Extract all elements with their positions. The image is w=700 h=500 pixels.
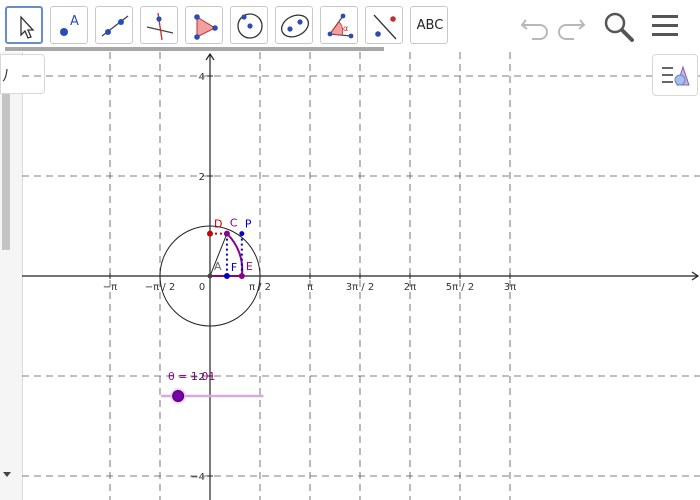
line-tool-button[interactable] (95, 6, 133, 44)
point-p[interactable] (239, 231, 245, 237)
x-tick-label: 3π (504, 282, 516, 293)
ellipse-icon (280, 14, 310, 38)
point-d-label: D (214, 218, 222, 231)
theta-slider-label: θ = 1.01 (168, 370, 215, 383)
text-tool-button[interactable]: ABC (410, 6, 448, 44)
x-tick-label: 3π / 2 (346, 282, 374, 293)
circle-icon (237, 13, 263, 39)
circle-tool-button[interactable] (230, 6, 268, 44)
point-f-label: F (231, 261, 237, 274)
axes (22, 52, 700, 500)
menu-icon[interactable] (650, 11, 680, 41)
panel-scrollbar[interactable] (2, 90, 10, 250)
scroll-down-arrow-icon[interactable] (2, 470, 12, 478)
point-e[interactable] (238, 273, 245, 279)
x-tick-label: 2π (404, 282, 416, 293)
point-p-label: P (245, 218, 252, 231)
move-tool-button[interactable] (5, 6, 43, 44)
graphics-view[interactable]: −π −π / 20π / 2 π 3π / 2 2π 5π / 2 3π42−2−4 AC… (22, 52, 700, 500)
axis-tick-labels: −π −π / 20π / 2 π 3π / 2 2π 5π / 2 3π42−2−4 (103, 72, 516, 483)
construction: A CD EF Pθ = 1.01 (159, 217, 264, 404)
y-tick-label: −4 (190, 472, 205, 483)
toolbar: A α ABC (0, 0, 700, 52)
angle-tool-button[interactable]: α (320, 6, 358, 44)
point-e-label: E (246, 260, 253, 273)
graphics-style-bar-button[interactable] (652, 54, 698, 96)
ellipse-tool-button[interactable] (275, 6, 313, 44)
reflect-tool-button[interactable] (365, 6, 403, 44)
point-f[interactable] (223, 273, 230, 279)
x-tick-label: 0 (199, 282, 205, 293)
point-c[interactable] (223, 230, 230, 237)
text-tool-label: ABC (416, 18, 444, 33)
point-d[interactable] (207, 230, 213, 237)
point-a-label: A (214, 260, 222, 273)
line-icon (101, 15, 129, 37)
y-tick-label: 4 (199, 72, 205, 83)
x-tick-label: −π (103, 282, 117, 293)
style-bar-icon (662, 65, 690, 86)
point-icon: A (60, 14, 79, 36)
perpendicular-line-tool-button[interactable] (140, 6, 178, 44)
y-tick-label: 2 (199, 172, 205, 183)
redo-icon[interactable] (554, 12, 588, 40)
angle-tool-label: α (343, 24, 348, 33)
angle-icon: α (327, 13, 354, 39)
x-tick-label: −π / 2 (145, 282, 176, 293)
algebra-view-collapsed-panel[interactable] (0, 52, 23, 500)
polygon-tool-button[interactable] (185, 6, 223, 44)
function-icon (2, 68, 8, 82)
toolbar-scroll-indicator (5, 47, 384, 51)
perpendicular-line-icon (146, 12, 174, 41)
cursor-arrow-icon (20, 15, 35, 39)
point-c-label: C (230, 217, 238, 230)
point-tool-label: A (70, 14, 79, 29)
search-icon[interactable] (602, 10, 636, 44)
x-tick-label: 5π / 2 (446, 282, 474, 293)
x-tick-label: π / 2 (249, 282, 271, 293)
polygon-icon (194, 14, 218, 40)
theta-slider-knob[interactable] (172, 390, 185, 402)
x-tick-label: π (307, 282, 313, 293)
undo-icon[interactable] (518, 12, 552, 40)
reflect-icon (373, 14, 397, 40)
point-tool-button[interactable]: A (50, 6, 88, 44)
point-a[interactable] (207, 273, 213, 279)
